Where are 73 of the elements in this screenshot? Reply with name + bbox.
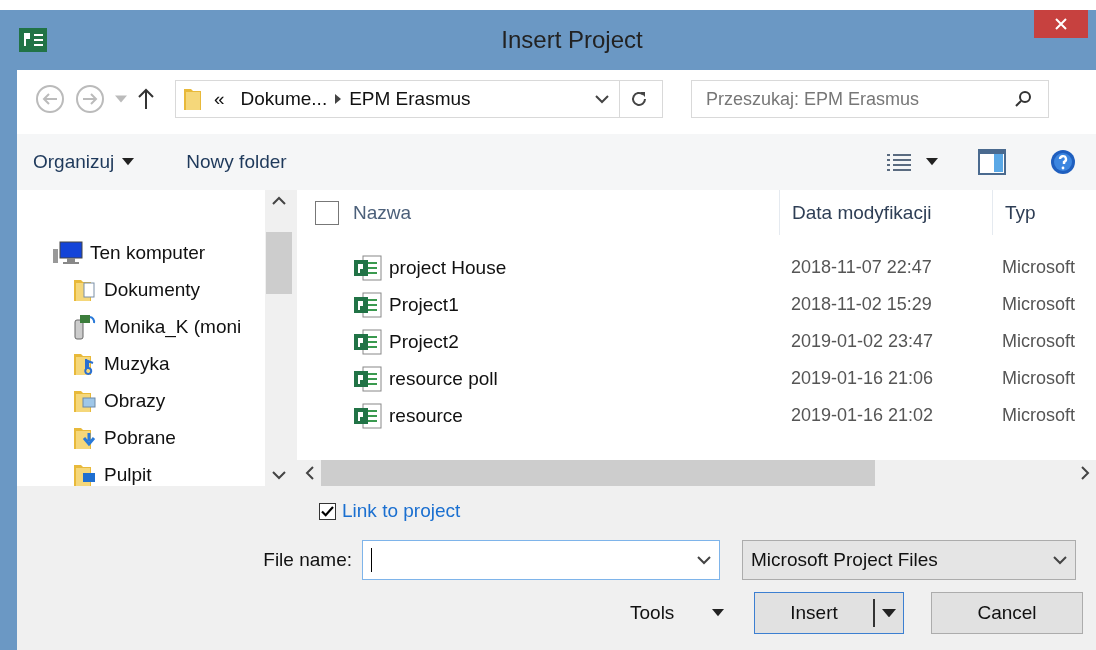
insert-button[interactable]: Insert	[754, 592, 904, 634]
file-name-dropdown-icon	[697, 555, 711, 565]
project-file-icon	[353, 254, 383, 281]
file-name-label: File name:	[262, 549, 353, 571]
project-file-icon	[353, 291, 383, 318]
preview-pane-button[interactable]	[978, 149, 1006, 175]
up-button[interactable]	[137, 88, 155, 110]
scroll-up-icon	[272, 196, 286, 205]
type-cell-text: Microsoft	[1001, 257, 1076, 278]
computer-icon	[52, 240, 84, 265]
tools-button[interactable]: Tools	[622, 602, 732, 624]
horizontal-scrollbar[interactable]	[297, 460, 1096, 486]
refresh-icon[interactable]	[630, 90, 648, 108]
address-bar[interactable]: « Dokume... EPM Erasmus	[175, 80, 663, 118]
name-column-header[interactable]: Nazwa	[297, 190, 779, 235]
close-icon	[1055, 18, 1067, 30]
date-cell-text: 2019-01-02 23:47	[790, 331, 935, 352]
file-type-dropdown[interactable]: Microsoft Project Files	[742, 540, 1076, 580]
nav-item[interactable]: Muzyka	[72, 345, 265, 382]
file-name-cell[interactable]: Project1	[297, 291, 779, 318]
project-file-icon	[353, 365, 383, 392]
file-name-cell[interactable]: project House	[297, 254, 779, 281]
type-cell-text: Microsoft	[1001, 294, 1076, 315]
window-title: Insert Project	[500, 26, 644, 54]
insert-options-caret-icon	[882, 608, 896, 618]
scroll-right-icon	[1080, 466, 1090, 480]
select-all-checkbox[interactable]	[315, 200, 339, 225]
nav-item[interactable]: Dokumenty	[72, 271, 265, 308]
caret-icon	[712, 609, 724, 617]
date-cell-text: 2019-01-16 21:06	[790, 368, 935, 389]
breadcrumb-item[interactable]: EPM Erasmus	[349, 88, 471, 110]
search-icon	[1015, 90, 1033, 108]
caret-icon	[926, 158, 938, 166]
type-cell-text: Microsoft	[1001, 331, 1076, 352]
scrollbar-thumb[interactable]	[266, 232, 292, 294]
scroll-left-icon	[305, 466, 315, 480]
caret-icon	[122, 158, 135, 166]
file-name-cell[interactable]: resource	[297, 402, 779, 429]
view-options-button[interactable]	[886, 152, 938, 172]
project-file-icon	[353, 402, 383, 429]
type-column-header[interactable]: Typ	[992, 190, 1092, 235]
breadcrumb-separator-icon	[335, 94, 342, 104]
link-checkbox-label[interactable]: Link to project	[342, 500, 461, 522]
chevron-down-icon	[1053, 555, 1067, 565]
nav-item[interactable]: Pobrane	[72, 419, 265, 456]
search-field[interactable]: Przeszukaj: EPM Erasmus	[691, 80, 1049, 118]
breadcrumb-overflow[interactable]: «	[214, 88, 225, 110]
type-cell-text: Microsoft	[1001, 368, 1076, 389]
network-drive-icon	[72, 313, 98, 340]
scroll-down-icon	[272, 471, 286, 480]
help-button[interactable]	[1050, 149, 1076, 175]
breadcrumb-item[interactable]: Dokume...	[240, 88, 328, 110]
nav-item[interactable]: Obrazy	[72, 382, 265, 419]
date-cell-text: 2018-11-07 22:47	[790, 257, 933, 278]
date-cell-text: 2018-11-02 15:29	[790, 294, 933, 315]
file-name-cell[interactable]: Project2	[297, 328, 779, 355]
project-file-icon	[353, 328, 383, 355]
nav-item[interactable]: Monika_K (moni	[72, 308, 265, 345]
nav-item[interactable]: Ten komputer	[52, 234, 265, 271]
cancel-button[interactable]: Cancel	[931, 592, 1083, 634]
file-name-cell[interactable]: resource poll	[297, 365, 779, 392]
organize-menu-button[interactable]: Organizuj	[33, 151, 135, 173]
close-button[interactable]	[1034, 10, 1088, 38]
date-column-header[interactable]: Data modyfikacji	[779, 190, 992, 235]
date-cell-text: 2019-01-16 21:02	[790, 405, 935, 426]
file-name-field[interactable]	[362, 540, 720, 580]
type-cell-text: Microsoft	[1001, 405, 1076, 426]
new-folder-button[interactable]: Nowy folder	[186, 151, 287, 173]
nav-item[interactable]: Pulpit	[72, 456, 265, 486]
scrollbar-thumb[interactable]	[321, 460, 875, 486]
app-logo-icon	[18, 27, 48, 53]
link-checkbox[interactable]	[319, 502, 336, 520]
address-dropdown-icon	[595, 94, 609, 104]
